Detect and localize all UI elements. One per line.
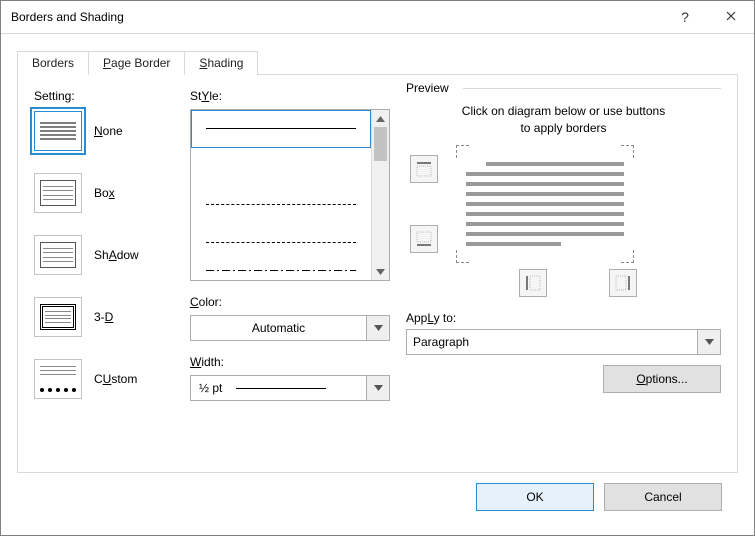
dialog-window: Borders and Shading ? Borders Page Borde…: [0, 0, 755, 536]
style-section: StYle: Color:: [190, 89, 390, 458]
setting-label: Setting:: [34, 89, 174, 103]
setting-custom-icon: [34, 359, 82, 399]
preview-border-bottom-button[interactable]: [410, 225, 438, 253]
tab-shading[interactable]: Shading: [184, 51, 258, 75]
width-label: Width:: [190, 355, 390, 369]
width-combo[interactable]: ½ pt: [190, 375, 390, 401]
tab-page-border[interactable]: Page Border: [88, 51, 185, 75]
apply-to-label: AppLy to:: [406, 311, 721, 325]
scroll-up-button[interactable]: [372, 110, 389, 127]
help-button[interactable]: ?: [662, 1, 708, 33]
style-option-blank[interactable]: [191, 148, 371, 186]
help-icon: ?: [681, 9, 689, 25]
titlebar: Borders and Shading ?: [1, 1, 754, 34]
close-button[interactable]: [708, 1, 754, 33]
scroll-thumb[interactable]: [374, 127, 387, 161]
preview-legend: Preview: [406, 81, 455, 95]
style-listbox[interactable]: [190, 109, 390, 281]
style-option-dashed2[interactable]: [191, 224, 371, 262]
chevron-down-icon: [366, 316, 389, 340]
options-button[interactable]: Options...: [603, 365, 721, 393]
apply-to-value: Paragraph: [407, 335, 697, 349]
setting-3d[interactable]: 3-D: [34, 297, 174, 337]
style-option-dashed[interactable]: [191, 186, 371, 224]
setting-section: Setting: None Box: [34, 89, 174, 458]
width-sample-line: [236, 388, 326, 389]
chevron-down-icon: [366, 376, 389, 400]
setting-box[interactable]: Box: [34, 173, 174, 213]
width-value: ½ pt: [199, 381, 222, 395]
style-option-dashdot[interactable]: [191, 262, 371, 280]
preview-border-left-button[interactable]: [519, 269, 547, 297]
color-value: Automatic: [191, 321, 366, 335]
style-label: StYle:: [190, 89, 390, 103]
style-scrollbar[interactable]: [371, 110, 389, 280]
preview-diagram[interactable]: [460, 149, 630, 259]
chevron-down-icon: [697, 330, 720, 354]
tab-strip: Borders Page Border Shading: [17, 50, 738, 74]
apply-to-combo[interactable]: Paragraph: [406, 329, 721, 355]
dialog-footer: OK Cancel: [17, 473, 738, 521]
setting-shadow[interactable]: ShAdow: [34, 235, 174, 275]
setting-shadow-icon: [34, 235, 82, 275]
setting-none[interactable]: None: [34, 111, 174, 151]
close-icon: [726, 10, 736, 24]
preview-border-top-button[interactable]: [410, 155, 438, 183]
tab-panel-borders: Setting: None Box: [17, 74, 738, 473]
preview-hint: Click on diagram below or use buttonsto …: [406, 103, 721, 137]
style-option-solid[interactable]: [191, 110, 371, 148]
ok-button[interactable]: OK: [476, 483, 594, 511]
scroll-track[interactable]: [372, 127, 389, 263]
setting-box-icon: [34, 173, 82, 213]
color-label: Color:: [190, 295, 390, 309]
setting-custom[interactable]: CUstom: [34, 359, 174, 399]
setting-3d-icon: [34, 297, 82, 337]
scroll-down-button[interactable]: [372, 263, 389, 280]
preview-section: Preview Click on diagram below or use bu…: [406, 89, 721, 458]
setting-none-icon: [34, 111, 82, 151]
cancel-button[interactable]: Cancel: [604, 483, 722, 511]
color-combo[interactable]: Automatic: [190, 315, 390, 341]
window-title: Borders and Shading: [1, 10, 662, 24]
preview-border-right-button[interactable]: [609, 269, 637, 297]
tab-borders[interactable]: Borders: [17, 51, 89, 75]
